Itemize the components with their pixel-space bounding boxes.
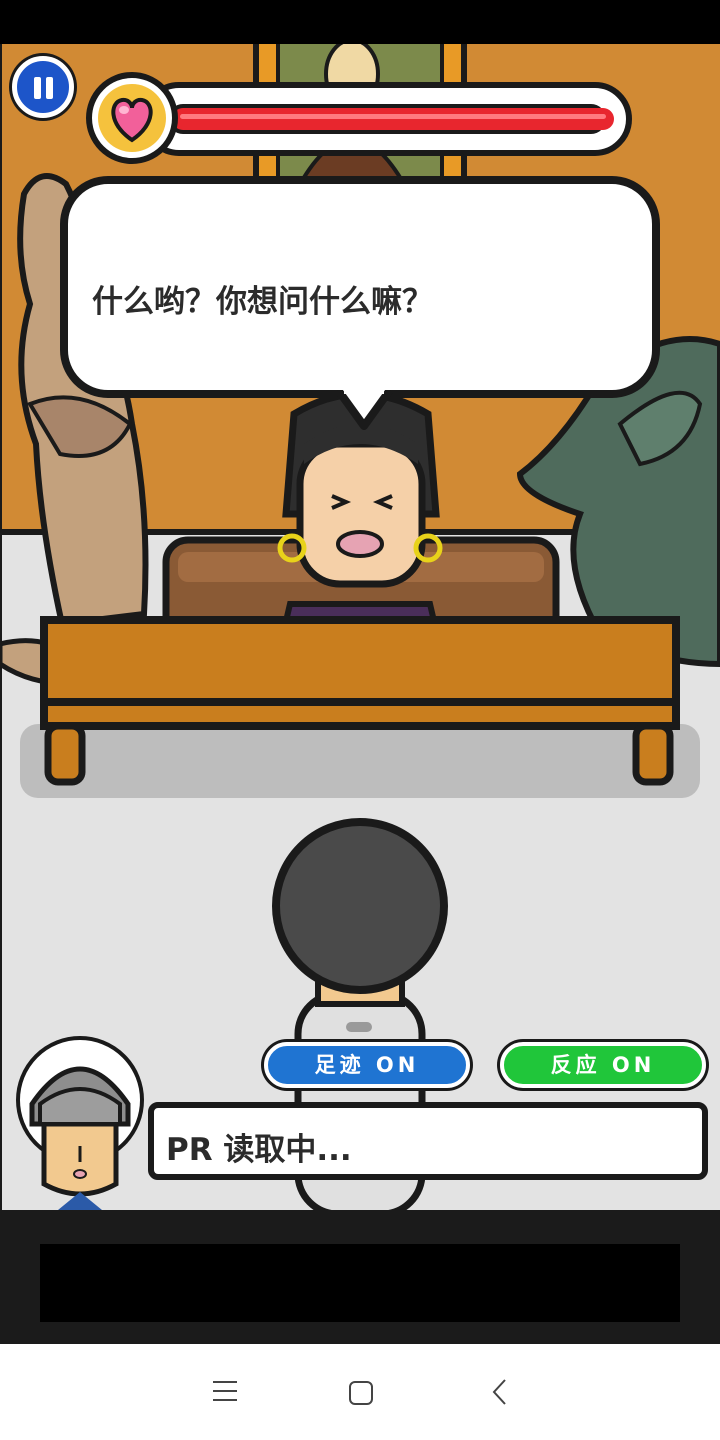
footprints-toggle-label: 足迹 ON [314, 1053, 420, 1077]
heart-icon [111, 97, 153, 143]
health-bar [142, 82, 632, 156]
health-track [168, 104, 614, 134]
heart-badge [86, 72, 178, 164]
health-fill [172, 108, 614, 130]
system-nav-bar [0, 1344, 720, 1440]
speech-bubble: 什么哟？你想问什么嘛？ [60, 176, 660, 430]
game-scene[interactable]: 什么哟？你想问什么嘛？ 足迹 ON 反应 ON PR 读取中... [0, 44, 720, 1210]
speech-tail [334, 390, 394, 430]
dialogue-text: 什么哟？你想问什么嘛？ [92, 284, 433, 320]
ad-banner[interactable] [40, 1244, 680, 1322]
back-icon[interactable] [490, 1378, 510, 1406]
menu-icon[interactable] [212, 1380, 238, 1402]
reaction-toggle-label: 反应 ON [550, 1053, 656, 1077]
status-text: PR 读取中... [166, 1132, 352, 1168]
avatar-detective [16, 1036, 144, 1210]
status-box: PR 读取中... [148, 1102, 708, 1180]
pause-button[interactable] [12, 56, 74, 118]
home-square-icon[interactable] [348, 1380, 374, 1406]
footprints-toggle[interactable]: 足迹 ON [264, 1042, 470, 1088]
reaction-toggle[interactable]: 反应 ON [500, 1042, 706, 1088]
